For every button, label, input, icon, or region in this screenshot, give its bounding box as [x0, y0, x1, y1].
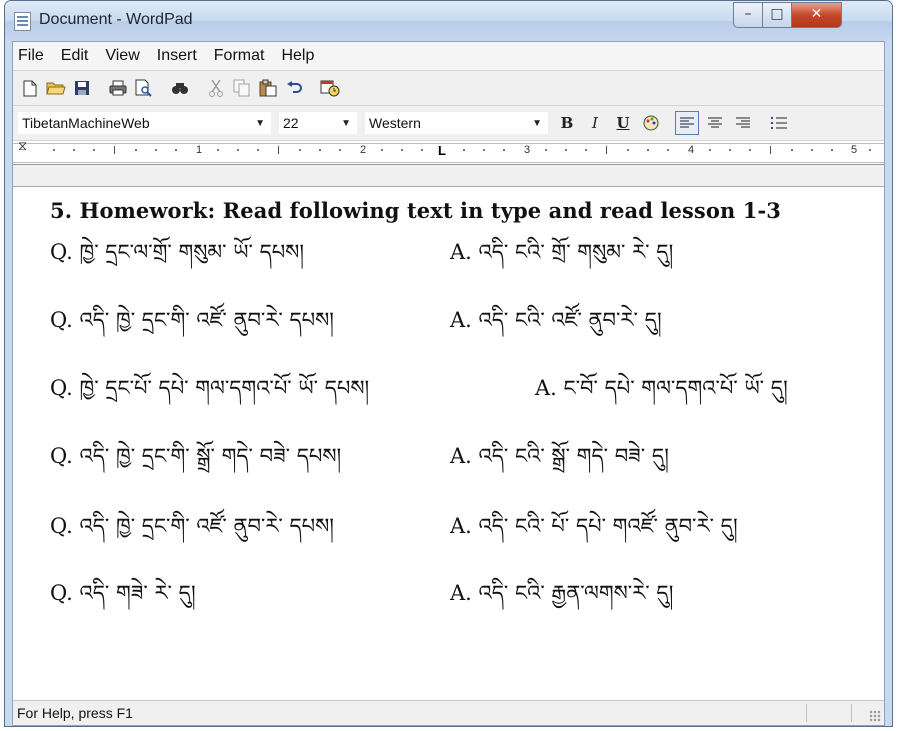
save-icon[interactable] [71, 77, 93, 99]
italic-button[interactable]: I [583, 111, 607, 135]
underline-button[interactable]: U [611, 111, 635, 135]
script-value: Western [369, 115, 421, 131]
font-size-value: 22 [283, 115, 299, 131]
status-text: For Help, press F1 [17, 705, 133, 721]
chevron-down-icon: ▼ [532, 117, 542, 129]
align-right-button[interactable] [731, 111, 755, 135]
wordpad-app-icon[interactable] [14, 12, 31, 31]
new-document-icon[interactable] [19, 77, 41, 99]
answer-line-6: A. འདི་ ངའི་ རྒྱན་ལགས་རེ་ དུ། [450, 581, 674, 605]
question-line-2: Q. འདི་ ཁྱེ་ དྲང་གི་ འཛོ་ ནུབ་རེ་ དཔས། [50, 308, 334, 332]
client-area: File Edit View Insert Format Help Tibeta… [12, 41, 885, 726]
font-name-value: TibetanMachineWeb [22, 115, 150, 131]
question-line-6: Q. འདི་ གཟེ་ རེ་ དུ། [50, 581, 196, 605]
question-line-4: Q. འདི་ ཁྱེ་ དྲང་གི་ སྒྲོ་ གདེ་ བཟེ་ དཔས… [50, 444, 342, 468]
text-color-button[interactable] [639, 111, 663, 135]
ruler-number: 4 [688, 144, 695, 156]
question-line-3: Q. ཁྱེ་ དྲང་པོ་ དཔེ་ གལ་དགའ་པོ་ ཡོ་ དཔས། [50, 376, 370, 400]
ruler-number: 1 [196, 144, 203, 156]
align-center-button[interactable] [703, 111, 727, 135]
close-button[interactable]: ✕ [791, 2, 842, 28]
date-time-icon[interactable] [319, 77, 341, 99]
align-left-button[interactable] [675, 111, 699, 135]
undo-icon[interactable] [283, 77, 305, 99]
question-line-1: Q. ཁྱེ་ དྲང་ལ་གྲོ་ གསུམ་ ཡོ་ དཔས། [50, 240, 305, 264]
ruler-number: 3 [524, 144, 531, 156]
answer-line-2: A. འདི་ ངའི་ འཛོ་ ནུབ་རེ་ དུ། [450, 308, 662, 332]
menu-format[interactable]: Format [214, 47, 265, 65]
open-folder-icon[interactable] [45, 77, 67, 99]
bullets-button[interactable] [767, 111, 791, 135]
copy-icon[interactable] [231, 77, 253, 99]
paste-icon[interactable] [257, 77, 279, 99]
standard-toolbar [13, 71, 884, 106]
print-icon[interactable] [107, 77, 129, 99]
answer-line-4: A. འདི་ ངའི་ སྒྲོ་ གདེ་ བཟེ་ དུ། [450, 444, 669, 468]
print-preview-icon[interactable] [133, 77, 155, 99]
indent-marker[interactable]: ⧖ [18, 139, 27, 152]
wordpad-window: Document - WordPad – □ ✕ File Edit View … [4, 0, 893, 727]
cut-icon[interactable] [205, 77, 227, 99]
menu-file[interactable]: File [18, 47, 44, 65]
chevron-down-icon: ▼ [255, 117, 265, 129]
ruler[interactable]: ⧖ 1 2 L 3 4 5 [13, 139, 884, 165]
menu-insert[interactable]: Insert [157, 47, 197, 65]
format-toolbar: TibetanMachineWeb ▼ 22 ▼ Western ▼ B I U [13, 106, 884, 141]
find-icon[interactable] [169, 77, 191, 99]
question-line-5: Q. འདི་ ཁྱེ་ དྲང་གི་ འཛོ་ ནུབ་རེ་ དཔས། [50, 514, 334, 538]
align-left-icon [680, 117, 694, 128]
font-size-select[interactable]: 22 ▼ [278, 111, 358, 135]
title-bar[interactable]: Document - WordPad – □ ✕ [5, 1, 892, 41]
answer-line-3: A. ང་བོ་ དཔེ་ གལ་དགའ་པོ་ ཡོ་ དུ། [535, 376, 788, 400]
align-right-icon [736, 117, 750, 128]
ruler-number: 5 [851, 144, 858, 156]
menu-bar: File Edit View Insert Format Help [13, 42, 884, 71]
window-title: Document - WordPad [39, 11, 193, 28]
align-center-icon [708, 117, 722, 128]
document-heading: 5. Homework: Read following text in type… [50, 198, 781, 223]
script-select[interactable]: Western ▼ [364, 111, 549, 135]
tab-stop-marker[interactable]: L [438, 143, 446, 158]
answer-line-1: A. འདི་ ངའི་ གྲོ་ གསུམ་ རེ་ དུ། [450, 240, 674, 264]
chevron-down-icon: ▼ [341, 117, 351, 129]
maximize-button[interactable]: □ [762, 2, 792, 28]
status-bar: For Help, press F1 [13, 700, 884, 725]
answer-line-5: A. འདི་ ངའི་ པོ་ དཔེ་ གའཛོ་ ནུབ་རེ་ དུ། [450, 514, 738, 538]
minimize-button[interactable]: – [733, 2, 763, 28]
ruler-number: 2 [360, 144, 367, 156]
menu-help[interactable]: Help [281, 47, 314, 65]
bold-button[interactable]: B [555, 111, 579, 135]
resize-grip-icon[interactable] [869, 710, 881, 722]
bullet-list-icon [771, 117, 787, 129]
menu-edit[interactable]: Edit [61, 47, 89, 65]
font-name-select[interactable]: TibetanMachineWeb ▼ [17, 111, 272, 135]
document-editor[interactable]: 5. Homework: Read following text in type… [13, 186, 884, 701]
color-palette-icon [643, 115, 659, 131]
menu-view[interactable]: View [105, 47, 139, 65]
